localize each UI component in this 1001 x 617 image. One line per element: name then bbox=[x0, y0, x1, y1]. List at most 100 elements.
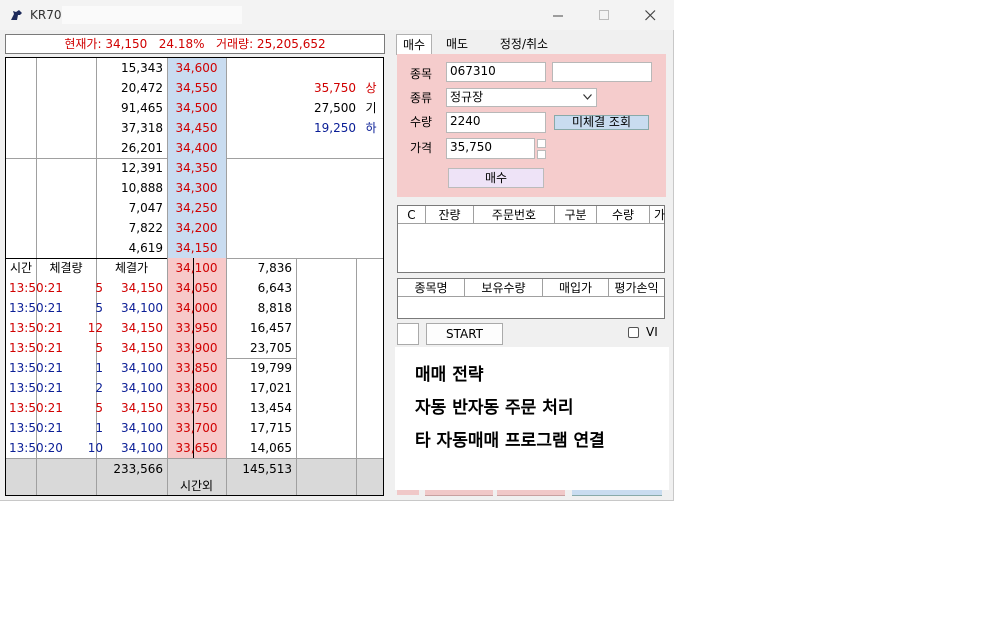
list-header: 매입가 bbox=[543, 279, 609, 297]
ask-quantity: 4,619 bbox=[128, 241, 163, 255]
ask-price[interactable]: 34,500 bbox=[167, 98, 226, 118]
grid-row-line bbox=[6, 458, 383, 459]
vi-checkbox[interactable] bbox=[628, 327, 639, 338]
grid-row-line bbox=[226, 158, 383, 159]
unfilled-orders-list[interactable]: C 잔량 주문번호 구분 수량 가 bbox=[397, 205, 665, 273]
overlay-line: 타 자동매매 프로그램 연결 bbox=[415, 431, 605, 451]
hidden-strip-segment bbox=[425, 490, 493, 496]
order-type-select[interactable]: 정규장 bbox=[446, 88, 597, 107]
start-button[interactable]: START bbox=[426, 323, 503, 345]
title-bar: KR706 bbox=[0, 0, 674, 30]
ask-quantity: 15,343 bbox=[121, 61, 163, 75]
quantity-input[interactable]: 2240 bbox=[446, 112, 546, 133]
tab-sell[interactable]: 매도 bbox=[440, 34, 474, 54]
qty-label: 수량 bbox=[410, 115, 433, 129]
price-down-spinner[interactable] bbox=[537, 150, 546, 159]
trade-header-price: 체결가 bbox=[114, 261, 149, 275]
type-label: 종류 bbox=[410, 91, 433, 105]
list-header: 보유수량 bbox=[465, 279, 543, 297]
trade-price: 34,100 bbox=[121, 361, 163, 375]
bid-quantity: 7,836 bbox=[257, 261, 292, 275]
ask-price[interactable]: 34,400 bbox=[167, 138, 226, 158]
title-redaction bbox=[62, 6, 242, 24]
ask-price[interactable]: 34,150 bbox=[167, 238, 226, 258]
stock-name-field[interactable] bbox=[552, 62, 652, 82]
app-window: KR706 현재가: 34,150 24.18% 거래량: 25,205,652… bbox=[0, 0, 674, 501]
bid-quantity: 16,457 bbox=[250, 321, 292, 335]
ask-quantity: 20,472 bbox=[121, 81, 163, 95]
bid-quantity: 8,818 bbox=[257, 301, 292, 315]
ask-price[interactable]: 34,250 bbox=[167, 198, 226, 218]
hidden-buttons-strip bbox=[397, 490, 665, 496]
bid-price[interactable]: 33,800 bbox=[167, 378, 226, 398]
overlay-line: 자동 반자동 주문 처리 bbox=[415, 398, 574, 418]
hidden-strip-segment bbox=[572, 490, 662, 496]
bid-quantity: 14,065 bbox=[250, 441, 292, 455]
bid-price[interactable]: 33,950 bbox=[167, 318, 226, 338]
ask-quantity: 10,888 bbox=[121, 181, 163, 195]
bid-price[interactable]: 34,050 bbox=[167, 278, 226, 298]
holdings-list[interactable]: 종목명 보유수량 매입가 평가손익 bbox=[397, 278, 665, 319]
status-box[interactable] bbox=[397, 323, 419, 345]
ask-total: 233,566 bbox=[113, 462, 163, 476]
orderbook-grid: 15,343 34,600 20,472 34,550 91,465 34,500 37,3… bbox=[5, 57, 384, 496]
bid-price[interactable]: 33,900 bbox=[167, 338, 226, 358]
ask-quantity: 26,201 bbox=[121, 141, 163, 155]
list-header: 잔량 bbox=[426, 206, 474, 224]
ask-quantity: 7,047 bbox=[128, 201, 163, 215]
list-header: 주문번호 bbox=[474, 206, 555, 224]
maximize-icon bbox=[598, 9, 609, 20]
bid-price[interactable]: 34,100 bbox=[167, 258, 226, 278]
bid-price[interactable]: 34,000 bbox=[167, 298, 226, 318]
chevron-down-icon bbox=[583, 94, 592, 100]
ask-price[interactable]: 34,200 bbox=[167, 218, 226, 238]
trade-price: 34,150 bbox=[121, 281, 163, 295]
price-label: 가격 bbox=[410, 141, 433, 155]
ask-price[interactable]: 34,600 bbox=[167, 58, 226, 78]
close-icon bbox=[644, 9, 655, 20]
limit-label: 상 bbox=[365, 81, 377, 95]
code-label: 종목 bbox=[410, 67, 433, 81]
minimize-icon bbox=[552, 15, 563, 16]
ask-price[interactable]: 34,350 bbox=[167, 158, 226, 178]
order-type-value: 정규장 bbox=[450, 90, 484, 104]
trade-price: 34,100 bbox=[121, 441, 163, 455]
ask-price[interactable]: 34,450 bbox=[167, 118, 226, 138]
bid-price[interactable]: 33,650 bbox=[167, 438, 226, 458]
bid-quantity: 23,705 bbox=[250, 341, 292, 355]
close-button[interactable] bbox=[627, 0, 673, 30]
buy-submit-button[interactable]: 매수 bbox=[448, 168, 544, 188]
unfilled-query-button[interactable]: 미체결 조회 bbox=[554, 115, 649, 130]
limit-price: 35,750 bbox=[314, 81, 356, 95]
bid-price[interactable]: 33,750 bbox=[167, 398, 226, 418]
bid-quantity: 6,643 bbox=[257, 281, 292, 295]
grid-column-line bbox=[356, 258, 357, 495]
minimize-button[interactable] bbox=[535, 0, 581, 30]
limit-label: 하 bbox=[365, 121, 377, 135]
ask-quantity: 91,465 bbox=[121, 101, 163, 115]
list-header: C bbox=[398, 206, 426, 224]
maximize-button[interactable] bbox=[581, 0, 627, 30]
bid-total: 145,513 bbox=[242, 462, 292, 476]
tab-modify-cancel[interactable]: 정정/취소 bbox=[492, 34, 556, 54]
list-header: 수량 bbox=[597, 206, 650, 224]
trade-header-volume: 체결량 bbox=[49, 261, 83, 275]
ask-price[interactable]: 34,550 bbox=[167, 78, 226, 98]
price-input[interactable]: 35,750 bbox=[446, 138, 535, 159]
ask-quantity: 37,318 bbox=[121, 121, 163, 135]
list-header: 종목명 bbox=[398, 279, 465, 297]
trade-price: 34,150 bbox=[121, 401, 163, 415]
ask-price[interactable]: 34,300 bbox=[167, 178, 226, 198]
trade-price: 34,100 bbox=[121, 381, 163, 395]
list-header: 구분 bbox=[555, 206, 597, 224]
bid-price[interactable]: 33,700 bbox=[167, 418, 226, 438]
trade-price: 34,150 bbox=[121, 321, 163, 335]
tab-buy[interactable]: 매수 bbox=[396, 34, 432, 55]
list-header: 가 bbox=[650, 206, 665, 224]
price-up-spinner[interactable] bbox=[537, 139, 546, 148]
trade-price: 34,100 bbox=[121, 301, 163, 315]
stock-code-input[interactable]: 067310 bbox=[446, 62, 546, 82]
feature-annotation-overlay: 매매 전략 자동 반자동 주문 처리 타 자동매매 프로그램 연결 bbox=[395, 347, 669, 490]
bid-price[interactable]: 33,850 bbox=[167, 358, 226, 378]
trade-price: 34,100 bbox=[121, 421, 163, 435]
